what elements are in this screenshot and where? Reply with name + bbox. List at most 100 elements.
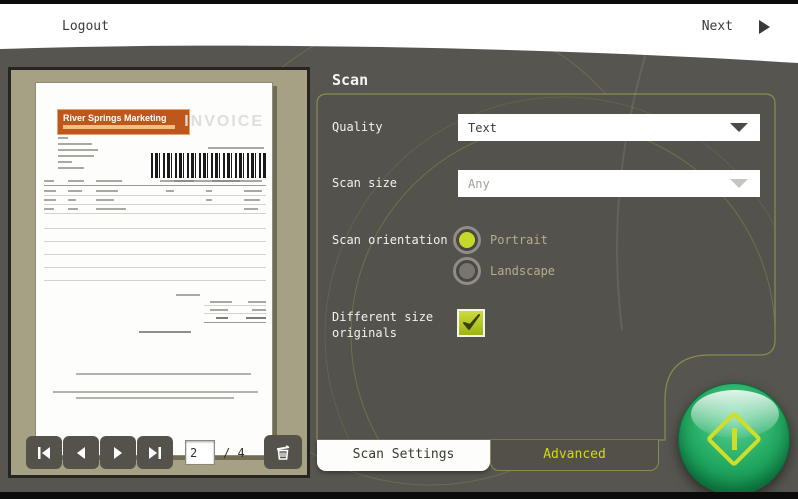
text-smudge — [194, 180, 212, 182]
document-preview: River Springs Marketing INVOICE — [35, 82, 273, 456]
text-smudge — [206, 199, 212, 201]
text-smudge — [76, 397, 234, 399]
landscape-label: Landscape — [490, 264, 556, 278]
totals-rule — [204, 322, 266, 323]
tab-advanced[interactable]: Advanced — [490, 440, 659, 471]
scan-size-label: Scan size — [332, 176, 398, 190]
text-smudge — [58, 149, 98, 151]
text-smudge — [96, 190, 118, 192]
text-smudge — [160, 180, 174, 182]
chevron-down-icon — [730, 179, 748, 188]
blank-rule — [44, 228, 266, 229]
previous-page-icon — [77, 446, 85, 459]
text-smudge — [240, 180, 262, 182]
text-smudge — [68, 208, 78, 210]
text-smudge — [252, 309, 266, 311]
next-page-icon — [114, 446, 122, 459]
portrait-radio[interactable] — [453, 226, 481, 254]
totals-rule — [204, 305, 266, 306]
page-title: Scan — [332, 71, 369, 89]
checkmark-icon — [463, 314, 480, 330]
table-rule — [44, 185, 266, 186]
radio-selected-dot — [459, 232, 475, 248]
text-smudge — [139, 331, 191, 333]
page-number-input[interactable] — [185, 440, 215, 465]
text-smudge — [244, 208, 258, 210]
last-page-icon — [149, 446, 161, 459]
radio-unselected-dot — [459, 263, 475, 279]
top-black-strip — [0, 0, 798, 4]
text-smudge — [210, 309, 228, 311]
chevron-down-icon — [730, 123, 748, 132]
text-smudge — [44, 208, 54, 210]
text-smudge — [68, 190, 82, 192]
text-smudge — [208, 147, 264, 149]
blank-rule — [44, 241, 266, 242]
logout-button[interactable]: Logout — [62, 19, 109, 34]
text-smudge — [44, 180, 54, 182]
next-button-label: Next — [701, 19, 733, 34]
text-smudge — [246, 317, 266, 319]
text-smudge — [244, 199, 260, 201]
text-smudge — [58, 137, 68, 139]
blank-rule — [44, 254, 266, 255]
quality-dropdown[interactable]: Text — [458, 114, 760, 141]
invoice-company-banner: River Springs Marketing — [57, 109, 190, 135]
preview-panel: River Springs Marketing INVOICE 2 / 4 — [8, 67, 310, 478]
invoice-watermark: INVOICE — [184, 113, 264, 130]
previous-page-button[interactable] — [63, 436, 99, 469]
text-smudge — [44, 199, 56, 201]
tab-scan-settings[interactable]: Scan Settings — [317, 440, 490, 471]
totals-rule — [204, 313, 266, 314]
text-smudge — [244, 190, 262, 192]
text-smudge — [166, 190, 174, 192]
page-count-label: / 4 — [223, 446, 245, 460]
text-smudge — [58, 167, 84, 169]
text-smudge — [58, 143, 92, 145]
landscape-radio[interactable] — [453, 257, 481, 285]
first-page-button[interactable] — [26, 436, 62, 469]
scanner-ui: Logout Next River Springs Marketing INVO… — [0, 0, 798, 499]
text-smudge — [68, 180, 84, 182]
table-rule — [44, 213, 266, 214]
text-smudge — [58, 155, 94, 157]
next-arrow-icon — [759, 19, 770, 34]
first-page-icon — [38, 446, 50, 459]
next-button[interactable]: Next — [702, 19, 770, 34]
scan-size-dropdown[interactable]: Any — [458, 170, 760, 197]
different-size-checkbox[interactable] — [457, 309, 485, 337]
table-rule — [44, 204, 266, 205]
next-page-button[interactable] — [100, 436, 136, 469]
text-smudge — [96, 199, 114, 201]
text-smudge — [58, 161, 72, 163]
text-smudge — [210, 301, 232, 303]
text-smudge — [248, 301, 266, 303]
portrait-label: Portrait — [490, 233, 548, 247]
blank-rule — [44, 267, 266, 268]
bottom-black-strip — [0, 492, 798, 499]
text-smudge — [96, 208, 126, 210]
quality-value: Text — [468, 120, 497, 135]
text-smudge — [96, 180, 122, 182]
trash-icon — [276, 445, 290, 460]
quality-label: Quality — [332, 120, 383, 134]
start-scan-button[interactable] — [678, 383, 790, 495]
table-rule — [44, 195, 266, 196]
text-smudge — [76, 373, 251, 375]
different-size-label: Different size originals — [332, 310, 434, 340]
invoice-tagline-smudge — [63, 125, 175, 129]
orientation-label: Scan orientation — [332, 233, 448, 247]
text-smudge — [44, 190, 56, 192]
delete-page-button[interactable] — [264, 435, 302, 469]
text-smudge — [176, 294, 200, 296]
start-diamond-icon-bar — [731, 428, 737, 450]
last-page-button[interactable] — [137, 436, 173, 469]
blank-rule — [44, 280, 266, 281]
barcode — [151, 153, 267, 178]
text-smudge — [53, 391, 258, 393]
scan-size-value: Any — [468, 176, 490, 191]
text-smudge — [206, 190, 212, 192]
text-smudge — [216, 317, 228, 319]
invoice-company-name: River Springs Marketing — [63, 113, 167, 123]
text-smudge — [68, 199, 76, 201]
